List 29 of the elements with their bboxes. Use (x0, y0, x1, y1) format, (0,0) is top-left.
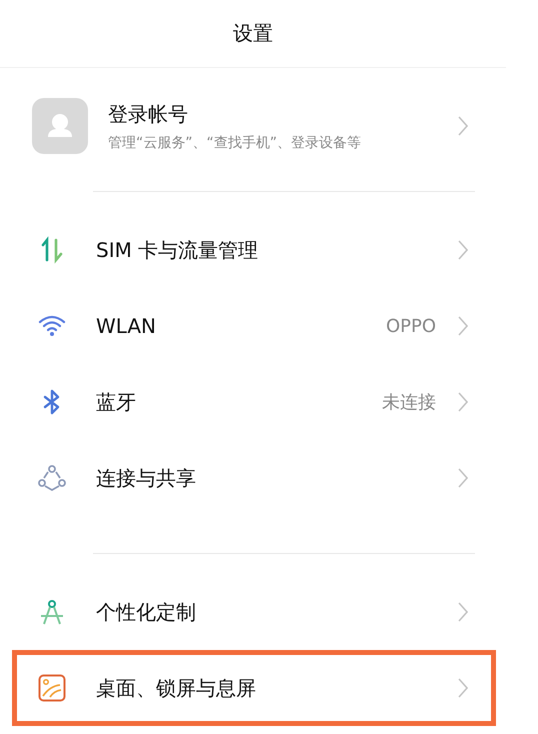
settings-item[interactable]: SIM 卡与流量管理 (12, 212, 496, 288)
chevron-icon (458, 240, 468, 260)
item-label: SIM 卡与流量管理 (96, 236, 260, 264)
account-row[interactable]: 登录帐号 管理“云服务”、“查找手机”、登录设备等 (0, 68, 506, 154)
settings-item[interactable]: 桌面、锁屏与息屏 (12, 650, 496, 726)
item-label: 个性化定制 (96, 598, 197, 626)
page-title: 设置 (233, 20, 273, 47)
avatar-icon (32, 98, 88, 154)
settings-item[interactable]: 连接与共享 (12, 440, 496, 516)
account-title: 登录帐号 (108, 100, 189, 128)
item-label: 桌面、锁屏与息屏 (96, 674, 257, 702)
chevron-icon (458, 468, 468, 488)
item-label: 连接与共享 (96, 464, 197, 492)
chevron-icon (458, 392, 468, 412)
item-value: OPPO (386, 316, 436, 336)
chevron-icon (458, 678, 468, 698)
item-label: 蓝牙 (96, 388, 137, 416)
settings-item[interactable]: 蓝牙 未连接 (12, 364, 496, 440)
wallpaper-icon (38, 674, 66, 702)
settings-item[interactable]: WLAN OPPO (12, 288, 496, 364)
compass-icon (38, 598, 66, 626)
account-subtitle: 管理“云服务”、“查找手机”、登录设备等 (108, 134, 362, 152)
chevron-icon (458, 116, 468, 136)
chevron-icon (458, 602, 468, 622)
item-label: WLAN (96, 314, 158, 338)
share-icon (38, 464, 66, 492)
chevron-icon (458, 316, 468, 336)
item-value: 未连接 (382, 391, 436, 414)
settings-item[interactable]: 个性化定制 (12, 574, 496, 650)
